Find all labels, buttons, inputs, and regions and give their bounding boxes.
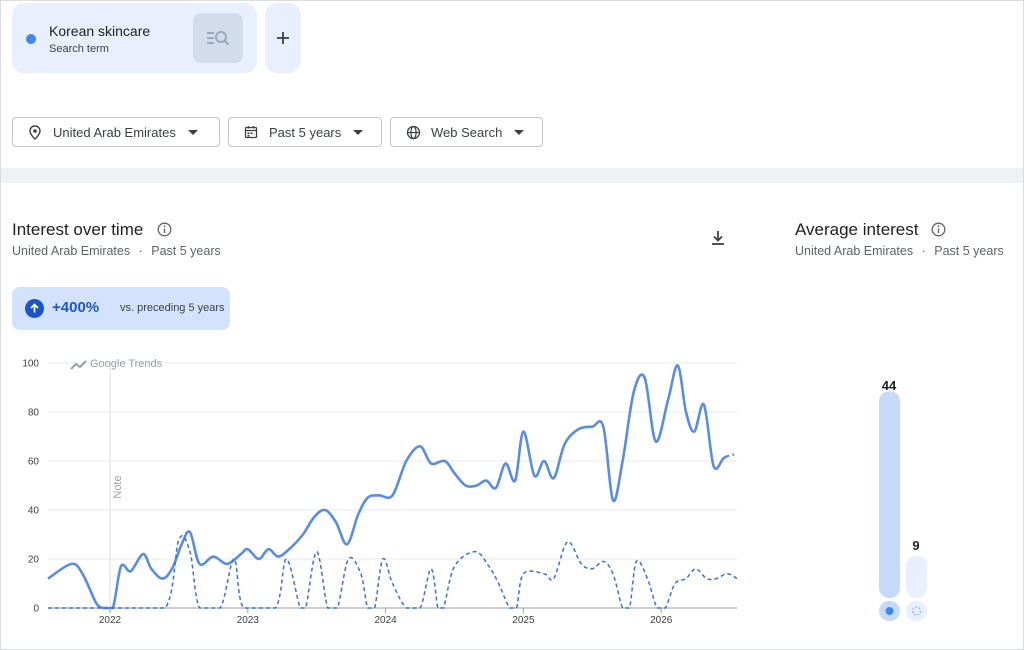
search-term-subtitle: Search term (49, 43, 109, 55)
search-term-name[interactable]: Korean skincare (49, 23, 150, 39)
series-legend-chip (906, 601, 927, 621)
interest-over-time-title: Interest over time (12, 220, 144, 239)
add-comparison-button[interactable] (265, 3, 301, 73)
y-tick-label: 80 (28, 408, 40, 419)
period-filter-label: Past 5 years (269, 124, 342, 140)
search-term-chip[interactable]: Korean skincare Search term (12, 3, 257, 73)
calendar-icon (243, 124, 259, 140)
average-interest-bar (906, 555, 927, 598)
subtitle-period: Past 5 years (151, 244, 221, 258)
note-marker-label: Note (112, 475, 124, 498)
download-icon[interactable] (708, 228, 728, 248)
series-line-partial (727, 452, 738, 458)
series-line-dashed (48, 534, 738, 609)
search-type-filter-label: Web Search (431, 124, 503, 140)
x-tick-label: 2023 (237, 615, 260, 626)
subtitle-period: Past 5 years (934, 244, 1004, 258)
x-tick-label: 2026 (650, 615, 673, 626)
plus-icon (277, 32, 289, 44)
average-interest-bars (879, 391, 927, 621)
subtitle-separator: · (138, 244, 143, 258)
x-tick-label: 2024 (374, 615, 397, 626)
search-options-button[interactable] (193, 13, 243, 63)
trends-logo-icon (70, 360, 87, 370)
average-interest-bar (879, 391, 900, 598)
chevron-down-icon (514, 129, 525, 135)
y-tick-label: 60 (28, 457, 40, 468)
location-pin-icon (27, 124, 43, 140)
search-type-filter[interactable]: Web Search (390, 117, 543, 147)
change-comparison: vs. preceding 5 years (120, 302, 225, 314)
x-tick-label: 2025 (512, 615, 535, 626)
arrow-up-icon (25, 299, 44, 318)
series-line-solid (47, 364, 729, 610)
subtitle-region: United Arab Emirates (795, 244, 914, 258)
average-interest-title: Average interest (795, 220, 919, 239)
subtitle-separator: · (921, 244, 926, 258)
subtitle-region: United Arab Emirates (12, 244, 131, 258)
change-value: +400% (52, 299, 100, 316)
region-filter[interactable]: United Arab Emirates (12, 117, 220, 147)
info-icon[interactable] (157, 222, 172, 237)
section-divider (1, 168, 1023, 183)
y-tick-label: 40 (28, 506, 40, 517)
info-icon[interactable] (931, 222, 946, 237)
region-filter-label: United Arab Emirates (53, 124, 176, 140)
series-dot-icon (885, 607, 894, 615)
series-color-dot (26, 34, 36, 44)
chevron-down-icon (187, 129, 198, 135)
change-badge: +400% vs. preceding 5 years (12, 287, 230, 330)
y-tick-label: 0 (33, 604, 39, 615)
x-tick-label: 2022 (99, 615, 122, 626)
average-interest-subtitle: United Arab Emirates · Past 5 years (795, 244, 1004, 258)
globe-icon (405, 124, 421, 140)
interest-over-time-subtitle: United Arab Emirates · Past 5 years (12, 244, 221, 258)
period-filter[interactable]: Past 5 years (228, 117, 382, 147)
interest-line-chart: 0 20 40 60 80 100 2022 2023 2024 2025 2026 Note Goog… (22, 358, 738, 626)
chevron-down-icon (353, 129, 364, 135)
search-list-icon (207, 31, 230, 46)
y-tick-label: 20 (28, 555, 40, 566)
y-tick-label: 100 (22, 359, 39, 370)
google-trends-watermark: Google Trends (90, 358, 163, 370)
